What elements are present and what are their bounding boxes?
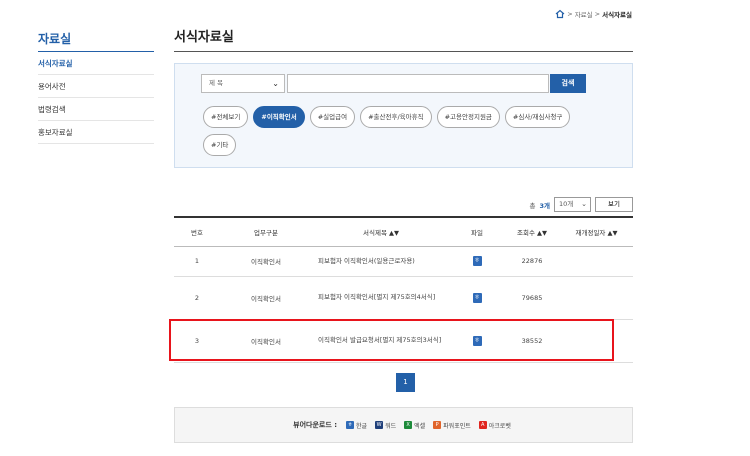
word-icon: W (375, 421, 384, 429)
sidebar-item-law-search[interactable]: 법령검색 (38, 98, 154, 121)
home-icon[interactable] (555, 9, 565, 19)
header-views[interactable]: 조회수 ▲▼ (504, 217, 560, 246)
chevron-down-icon: ⌄ (272, 79, 279, 88)
row-revision-date (560, 276, 633, 319)
highlight-box (169, 319, 614, 361)
total-count: 3개 (539, 201, 550, 210)
sidebar-title: 자료실 (38, 30, 154, 52)
tag-unemployment-benefit[interactable]: #실업급여 (309, 106, 356, 128)
viewer-download-bar: 뷰어다운로드 : ㅎ 한글 W 워드 X 엑셀 P 파워포인트 A 아크로벳 (174, 407, 633, 443)
viewer-download-excel[interactable]: X 엑셀 (404, 421, 425, 430)
viewer-name: 아크로벳 (488, 422, 511, 430)
total-prefix: 총 (529, 201, 536, 210)
header-subject[interactable]: 서식제목 ▲▼ (312, 217, 450, 246)
row-category: 이직확인서 (251, 294, 281, 303)
row-number: 2 (194, 293, 200, 302)
breadcrumb-separator: > (594, 10, 601, 18)
header-category: 업무구분 (254, 228, 278, 237)
main-content: 서식자료실 제 목 ⌄ 검색 #전체보기 #이직확인서 #실업급여 #출산전후/… (174, 26, 633, 168)
viewer-download-label: 뷰어다운로드 : (293, 421, 338, 429)
row-number: 1 (194, 257, 200, 265)
tag-other[interactable]: #기타 (203, 134, 237, 156)
table-row: 2 이직확인서 피보험자 이직확인서[별지 제75호의4서식] ㅎ 79685 (174, 276, 633, 319)
search-field-value: 제 목 (209, 79, 224, 87)
table-header-row: 번호 업무구분 서식제목 ▲▼ 파일 조회수 ▲▼ 재개정일자 ▲▼ (174, 217, 633, 246)
page-size-value: 10개 (559, 200, 574, 208)
header-file: 파일 (471, 228, 483, 237)
tag-filter-list: #전체보기 #이직확인서 #실업급여 #출산전후/육아휴직 #고용안정지원금 #… (203, 106, 603, 156)
page-number-current[interactable]: 1 (396, 373, 415, 392)
breadcrumb: > 자료실 > 서식자료실 (555, 9, 632, 19)
row-revision-date (560, 246, 633, 276)
header-revision-date[interactable]: 재개정일자 ▲▼ (560, 217, 633, 246)
search-input[interactable] (287, 74, 549, 93)
sidebar-item-glossary[interactable]: 용어사전 (38, 75, 154, 98)
viewer-download-hwp[interactable]: ㅎ 한글 (346, 421, 367, 430)
powerpoint-icon: P (433, 421, 442, 429)
list-meta: 총 3개 10개 ⌄ 보기 (529, 197, 633, 212)
tag-review-request[interactable]: #심사/재심사청구 (504, 106, 571, 128)
sidebar-item-forms[interactable]: 서식자료실 (38, 52, 154, 75)
search-field-select[interactable]: 제 목 ⌄ (201, 74, 285, 93)
header-number: 번호 (191, 228, 203, 237)
excel-icon: X (404, 421, 413, 429)
sidebar-item-promo[interactable]: 홍보자료실 (38, 121, 154, 144)
hwp-icon: ㅎ (346, 421, 355, 429)
tag-maternity-parental-leave[interactable]: #출산전후/육아휴직 (360, 106, 432, 128)
row-subject-link[interactable]: 피보험자 이직확인서[별지 제75호의4서식] (312, 276, 450, 319)
breadcrumb-parent[interactable]: 자료실 (575, 9, 593, 19)
table-row: 1 이직확인서 피보험자 이직확인서(일용근로자용) ㅎ 22876 (174, 246, 633, 276)
search-panel: 제 목 ⌄ 검색 #전체보기 #이직확인서 #실업급여 #출산전후/육아휴직 #… (174, 63, 633, 168)
tag-separation-certificate[interactable]: #이직확인서 (253, 106, 305, 128)
viewer-name: 파워포인트 (443, 422, 471, 430)
hwp-file-icon[interactable]: ㅎ (472, 256, 482, 266)
viewer-download-acrobat[interactable]: A 아크로벳 (478, 421, 511, 430)
row-subject-link[interactable]: 피보험자 이직확인서(일용근로자용) (312, 246, 450, 276)
tag-all[interactable]: #전체보기 (203, 106, 249, 128)
search-button[interactable]: 검색 (550, 74, 586, 93)
viewer-download-powerpoint[interactable]: P 파워포인트 (433, 421, 471, 430)
sidebar: 자료실 서식자료실 용어사전 법령검색 홍보자료실 (38, 30, 154, 144)
chevron-down-icon: ⌄ (581, 200, 587, 208)
view-button[interactable]: 보기 (595, 197, 633, 212)
page-title: 서식자료실 (174, 26, 633, 52)
tag-employment-stability-subsidy[interactable]: #고용안정지원금 (436, 106, 500, 128)
acrobat-icon: A (478, 421, 487, 429)
row-views: 79685 (521, 293, 543, 302)
row-category: 이직확인서 (251, 258, 281, 266)
hwp-file-icon[interactable]: ㅎ (472, 292, 482, 303)
breadcrumb-separator: > (567, 10, 573, 18)
viewer-name: 한글 (356, 422, 368, 430)
viewer-download-word[interactable]: W 워드 (375, 421, 396, 430)
viewer-name: 엑셀 (414, 422, 426, 430)
viewer-name: 워드 (385, 422, 397, 430)
row-views: 22876 (521, 257, 543, 265)
page-size-select[interactable]: 10개 ⌄ (554, 197, 591, 212)
breadcrumb-current: 서식자료실 (602, 11, 632, 19)
